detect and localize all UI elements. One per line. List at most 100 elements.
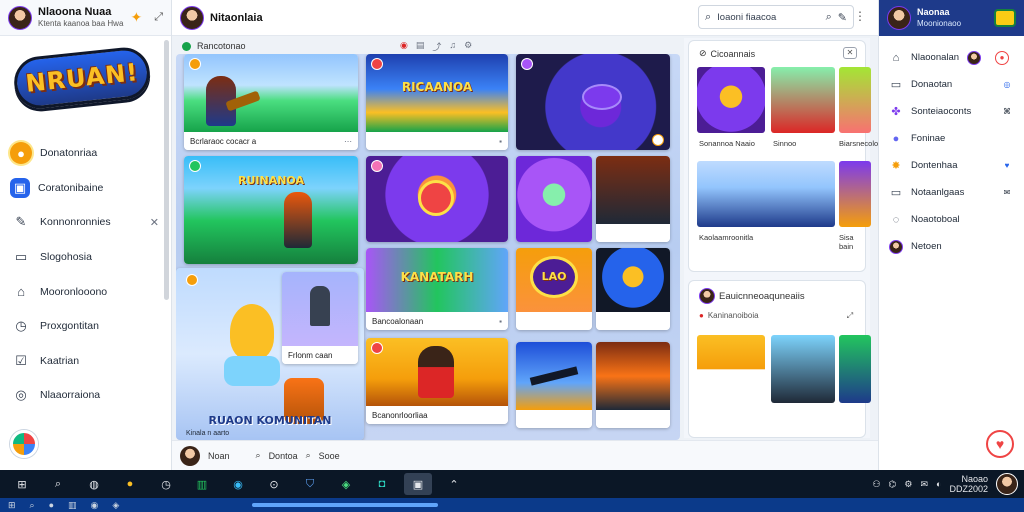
- sidebar-item-5[interactable]: ◷ Proxgontitan: [0, 309, 171, 344]
- chrome-icon[interactable]: ●: [116, 473, 144, 495]
- search-icon[interactable]: ⌕: [44, 473, 72, 495]
- grid-card-10[interactable]: [596, 248, 670, 330]
- photos-icon[interactable]: ◘: [368, 473, 396, 495]
- avatar[interactable]: [180, 445, 200, 466]
- expand-icon[interactable]: ⤢: [843, 311, 857, 323]
- sidebar-scrollbar[interactable]: [164, 40, 169, 300]
- badge-icon[interactable]: ♥: [1000, 159, 1014, 173]
- app-icon[interactable]: ◈: [112, 500, 119, 511]
- right-nav-item-7[interactable]: Netoen: [879, 233, 1024, 260]
- expand-icon[interactable]: ⤢: [154, 11, 163, 24]
- right-nav-item-6[interactable]: ◌ Noaotoboal: [879, 206, 1024, 233]
- video-thumb[interactable]: [839, 161, 871, 227]
- share-icon[interactable]: ⤴: [432, 40, 441, 53]
- more-icon[interactable]: ▪: [499, 317, 502, 326]
- bottom-item[interactable]: Sooe: [319, 451, 340, 461]
- grid-card-4[interactable]: [366, 156, 508, 242]
- video-thumb[interactable]: [771, 335, 835, 403]
- search-icon[interactable]: ⌕: [30, 500, 35, 511]
- avatar[interactable]: [887, 6, 911, 30]
- badge-icon[interactable]: ◎: [1000, 78, 1014, 92]
- record-icon[interactable]: ◉: [400, 40, 408, 53]
- right-nav-item-5[interactable]: ▭ Notaanlgaas ✉: [879, 179, 1024, 206]
- app-icon[interactable]: ▥: [188, 473, 216, 495]
- video-thumb[interactable]: [697, 67, 765, 133]
- right-nav-item-1[interactable]: ▭ Donaotan ◎: [879, 71, 1024, 98]
- grid-card-5[interactable]: [516, 156, 592, 242]
- search-icon[interactable]: ⌕: [826, 11, 832, 24]
- settings-icon[interactable]: ⚙: [904, 479, 912, 490]
- avatar[interactable]: [699, 288, 715, 304]
- grid-card-12[interactable]: Bcanonrloorliaa: [366, 338, 508, 424]
- video-thumb[interactable]: [697, 161, 835, 227]
- search-icon[interactable]: ⌕: [256, 450, 261, 461]
- video-thumb[interactable]: [839, 335, 871, 403]
- windows-start-icon[interactable]: ⊞: [8, 473, 36, 495]
- reaction-icon[interactable]: [652, 134, 664, 146]
- shield-icon[interactable]: ⛉: [296, 473, 324, 495]
- settings-icon[interactable]: ⚙: [464, 40, 472, 53]
- community-badge-icon[interactable]: [10, 430, 38, 458]
- chrome-icon[interactable]: ●: [49, 500, 54, 510]
- user-icon[interactable]: ⚇: [872, 479, 880, 490]
- sidebar-item-3[interactable]: ▭ Slogohosia: [0, 240, 171, 275]
- more-icon[interactable]: ⋯: [344, 137, 352, 146]
- chat-icon[interactable]: ✉: [920, 479, 928, 490]
- video-thumb[interactable]: [771, 67, 835, 133]
- grid-card-1[interactable]: RICAANOA ▪: [366, 54, 508, 150]
- close-icon[interactable]: ✕: [150, 216, 159, 229]
- sidebar-item-6[interactable]: ☑ Kaatrian: [0, 344, 171, 379]
- more-menu-icon[interactable]: ⋮: [854, 9, 866, 23]
- layout-icon[interactable]: ▤: [416, 40, 425, 53]
- grid-card-0[interactable]: Bcrlaraoc cocacr a ⋯: [184, 54, 358, 150]
- clock-icon[interactable]: ◷: [152, 473, 180, 495]
- clock[interactable]: Naoao DDZ2002: [949, 474, 988, 494]
- wifi-icon[interactable]: ⌬: [889, 479, 897, 490]
- search-icon[interactable]: ⌕: [306, 450, 311, 461]
- bottom-item[interactable]: Dontoa: [269, 451, 298, 461]
- sidebar-item-7[interactable]: ◎ Nlaaorraiona: [0, 378, 171, 413]
- mail-icon[interactable]: ⊙: [260, 473, 288, 495]
- grid-card-13[interactable]: [596, 342, 670, 428]
- mic-icon[interactable]: ✎: [838, 11, 847, 24]
- right-nav-item-2[interactable]: ✤ Sonteiaoconts ⌘: [879, 98, 1024, 125]
- grid-card-11[interactable]: [516, 342, 592, 428]
- channel-avatar[interactable]: [180, 5, 204, 30]
- sidebar-item-2[interactable]: ✎ Konnonronnies ✕: [0, 205, 171, 240]
- right-nav-item-0[interactable]: ⌂ Nlaoonalan ●: [879, 44, 1024, 71]
- nested-card[interactable]: Frlonm caan: [282, 272, 358, 364]
- sidebar-item-0[interactable]: ● Donatonriaa: [0, 136, 171, 171]
- close-icon[interactable]: ✕: [843, 47, 857, 59]
- grid-card-2[interactable]: [516, 54, 670, 150]
- sidebar-item-1[interactable]: ▣ Coratonibaine: [0, 171, 171, 206]
- right-nav-item-4[interactable]: ✸ Dontenhaa ♥: [879, 152, 1024, 179]
- notes-icon[interactable]: ▣: [404, 473, 432, 495]
- search-icon[interactable]: ⌕: [705, 11, 711, 24]
- avatar[interactable]: [996, 473, 1018, 495]
- app-logo[interactable]: NRUAN!: [11, 45, 153, 111]
- more-icon[interactable]: ▪: [499, 137, 502, 146]
- volume-icon[interactable]: ◐: [936, 479, 941, 489]
- chevron-icon[interactable]: ⌃: [440, 473, 468, 495]
- grid-card-9[interactable]: LAO: [516, 248, 592, 330]
- video-thumb[interactable]: [839, 67, 871, 133]
- right-nav-item-3[interactable]: ● Foninae: [879, 125, 1024, 152]
- badge-icon[interactable]: ✉: [1000, 186, 1014, 200]
- grid-card-6[interactable]: Frlonm caan RUAON KOMUNITAN Kinala n aar…: [176, 268, 364, 440]
- heart-fab-icon[interactable]: ♥: [986, 430, 1014, 458]
- search-box[interactable]: ⌕ Ioaoni fiaacoa ⌕ ✎: [698, 5, 854, 29]
- grid-card-7[interactable]: KANATARH Bancoalonaan ▪: [366, 248, 508, 330]
- edge-icon[interactable]: ◉: [91, 500, 99, 511]
- brand-icon[interactable]: [994, 9, 1016, 27]
- edge-icon[interactable]: ◉: [224, 473, 252, 495]
- plus-icon[interactable]: ✦: [130, 9, 142, 26]
- profile-header[interactable]: Nlaoona Nuaa Ktenta kaanoa baa Hwa ✦ ⤢: [0, 0, 171, 36]
- windows-start-icon[interactable]: ⊞: [8, 500, 16, 511]
- app-icon[interactable]: ◈: [332, 473, 360, 495]
- search-input[interactable]: Ioaoni fiaacoa: [717, 12, 819, 23]
- grid-card-8[interactable]: [596, 156, 670, 242]
- avatar[interactable]: [8, 5, 32, 30]
- sidebar-item-4[interactable]: ⌂ Mooronlooono: [0, 274, 171, 309]
- badge-icon[interactable]: ⌘: [1000, 105, 1014, 119]
- badge-icon[interactable]: ●: [995, 50, 1010, 65]
